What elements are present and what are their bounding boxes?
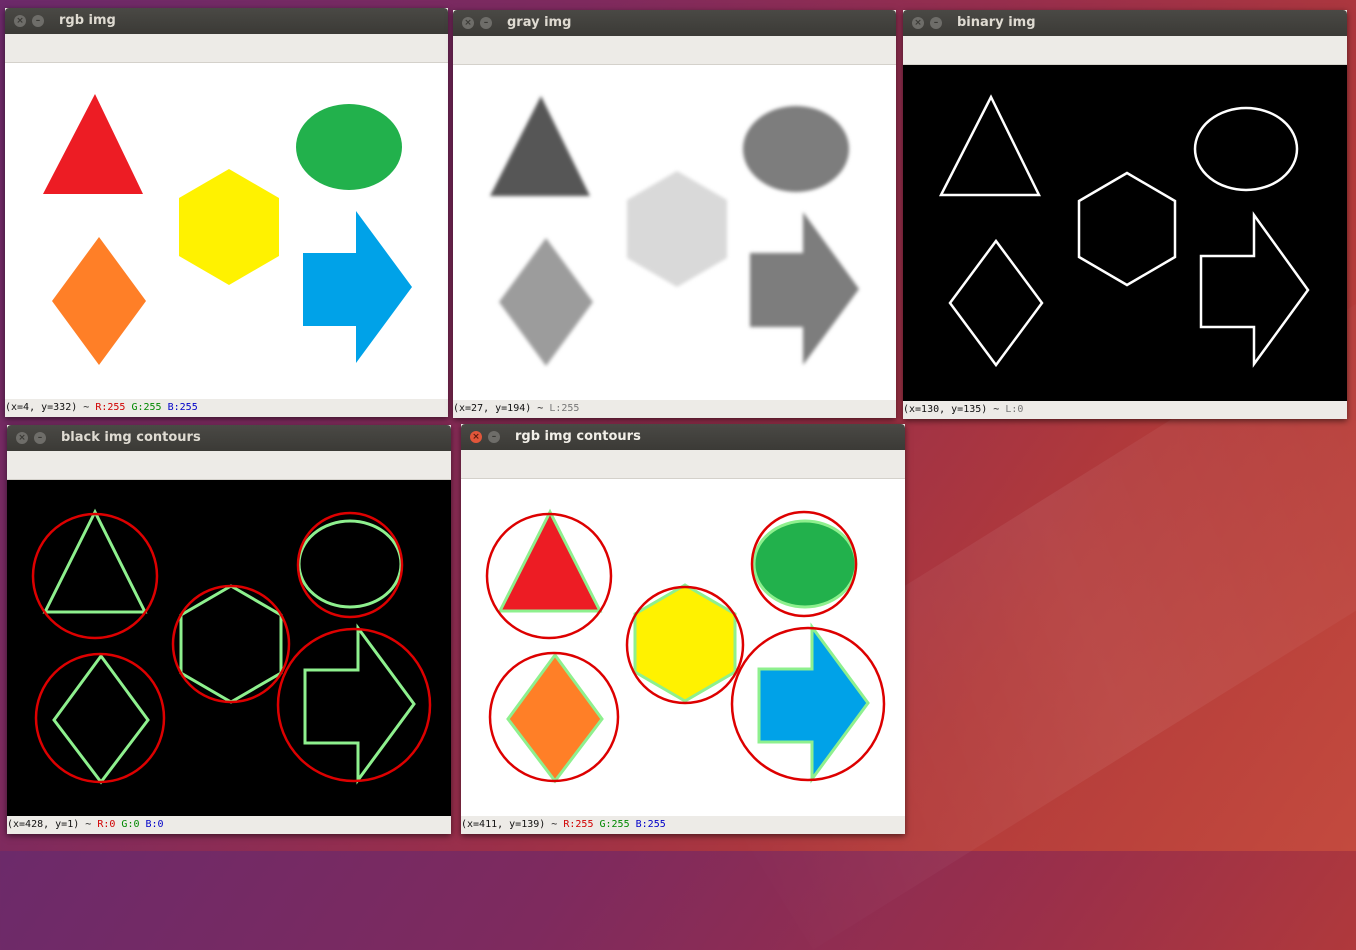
red-value: R:255 xyxy=(563,819,594,830)
image-canvas[interactable] xyxy=(5,63,448,399)
green-ellipse xyxy=(752,519,858,609)
close-icon[interactable]: × xyxy=(14,15,26,27)
toolbar xyxy=(903,36,1347,65)
titlebar[interactable]: × – rgb img contours xyxy=(461,424,905,450)
status-bar: (x=130, y=135) ~ L:0 xyxy=(903,401,1347,419)
status-bar: (x=4, y=332) ~ R:255 G:255 B:255 xyxy=(5,399,448,417)
image-canvas[interactable] xyxy=(903,65,1347,401)
blue-value: B:0 xyxy=(145,819,164,830)
window-rgb-img-contours[interactable]: × – rgb img contours (x=411, y=139) ~ R:… xyxy=(461,424,905,834)
green-value: G:255 xyxy=(131,402,162,413)
green-value: G:255 xyxy=(599,819,630,830)
close-icon[interactable]: × xyxy=(462,17,474,29)
coords-readout: (x=27, y=194) ~ xyxy=(453,403,544,414)
minimize-icon[interactable]: – xyxy=(32,15,44,27)
toolbar xyxy=(5,34,448,63)
window-title: rgb img xyxy=(59,13,116,28)
gray-ellipse xyxy=(743,106,849,192)
window-title: black img contours xyxy=(61,430,201,445)
minimize-icon[interactable]: – xyxy=(480,17,492,29)
blue-value: B:255 xyxy=(635,819,666,830)
window-title: rgb img contours xyxy=(515,429,641,444)
minimize-icon[interactable]: – xyxy=(34,432,46,444)
status-bar: (x=428, y=1) ~ R:0 G:0 B:0 xyxy=(7,816,451,834)
close-icon[interactable]: × xyxy=(470,431,482,443)
toolbar xyxy=(7,451,451,480)
image-canvas[interactable] xyxy=(7,480,451,816)
image-canvas[interactable] xyxy=(461,479,905,816)
titlebar[interactable]: × – gray img xyxy=(453,10,896,36)
window-title: binary img xyxy=(957,15,1036,30)
titlebar[interactable]: × – binary img xyxy=(903,10,1347,36)
minimize-icon[interactable]: – xyxy=(930,17,942,29)
green-value: G:0 xyxy=(121,819,140,830)
toolbar xyxy=(461,450,905,479)
status-bar: (x=411, y=139) ~ R:255 G:255 B:255 xyxy=(461,816,905,834)
close-icon[interactable]: × xyxy=(16,432,28,444)
red-value: R:255 xyxy=(95,402,126,413)
red-value: R:0 xyxy=(97,819,116,830)
luminance-value: L:0 xyxy=(1005,404,1024,415)
image-canvas[interactable] xyxy=(453,65,896,400)
toolbar xyxy=(453,36,896,65)
image-background xyxy=(903,65,1347,401)
window-rgb-img[interactable]: × – rgb img (x=4, y=332) ~ R:255 G:255 B… xyxy=(5,8,448,417)
coords-readout: (x=130, y=135) ~ xyxy=(903,404,1000,415)
window-title: gray img xyxy=(507,15,572,30)
window-binary-img[interactable]: × – binary img (x=130, y=135) ~ L:0 xyxy=(903,10,1347,419)
status-bar: (x=27, y=194) ~ L:255 xyxy=(453,400,896,418)
coords-readout: (x=411, y=139) ~ xyxy=(461,819,558,830)
titlebar[interactable]: × – black img contours xyxy=(7,425,451,451)
titlebar[interactable]: × – rgb img xyxy=(5,8,448,34)
luminance-value: L:255 xyxy=(549,403,580,414)
blue-value: B:255 xyxy=(167,402,198,413)
minimize-icon[interactable]: – xyxy=(488,431,500,443)
green-ellipse xyxy=(296,104,402,190)
coords-readout: (x=4, y=332) ~ xyxy=(5,402,90,413)
close-icon[interactable]: × xyxy=(912,17,924,29)
coords-readout: (x=428, y=1) ~ xyxy=(7,819,92,830)
window-black-img-contours[interactable]: × – black img contours (x=428, y=1) ~ R:… xyxy=(7,425,451,834)
window-gray-img[interactable]: × – gray img (x=27, y=194) ~ L:255 xyxy=(453,10,896,418)
